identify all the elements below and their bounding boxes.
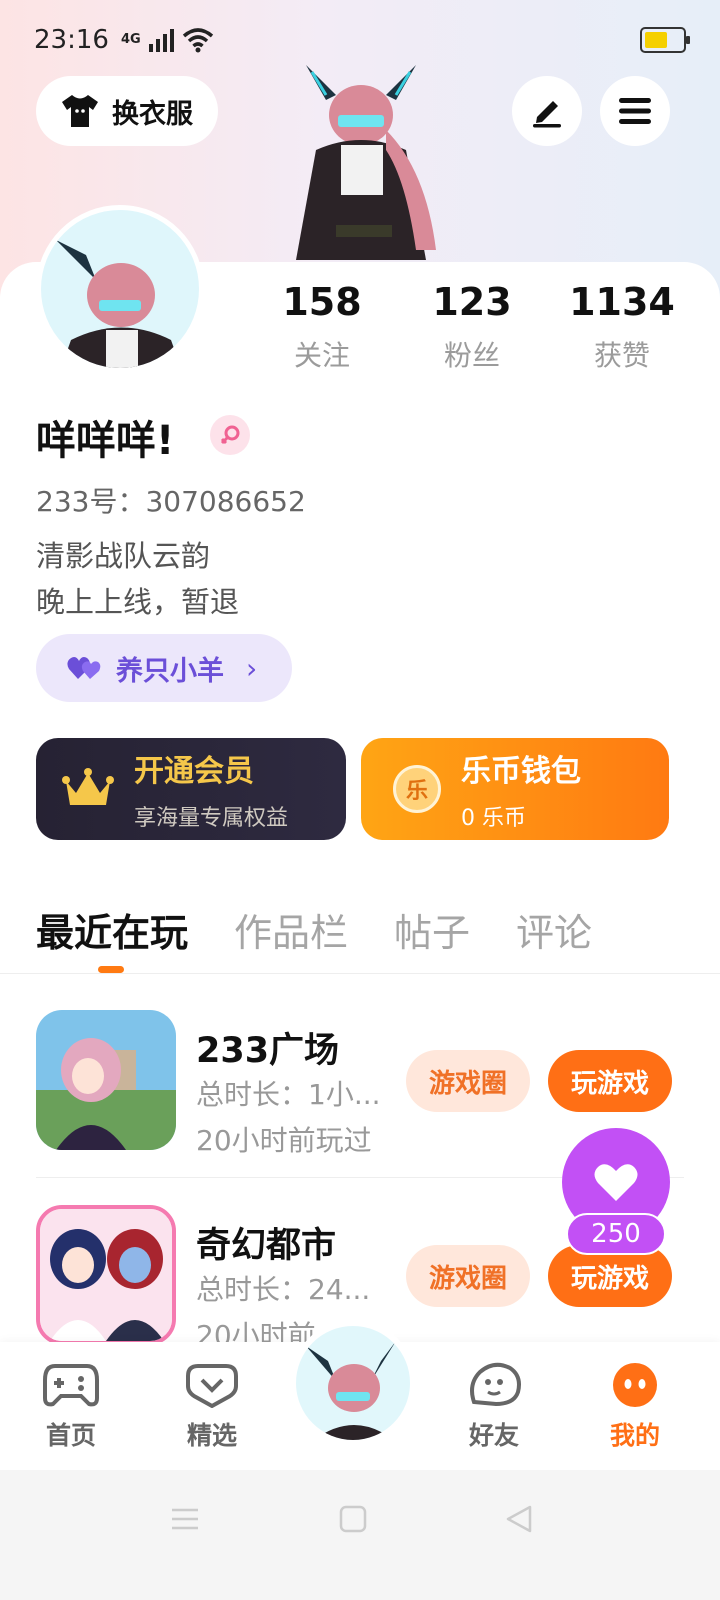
double-heart-icon: [67, 657, 101, 679]
game-circle-button[interactable]: 游戏圈: [406, 1245, 530, 1307]
likes-count: 1134: [569, 280, 675, 324]
tab-recent-played[interactable]: 最近在玩: [36, 902, 188, 957]
nav-me[interactable]: 我的: [585, 1362, 685, 1452]
menu-button[interactable]: [600, 76, 670, 146]
game-meta: 总时长：1小... 20小时前玩过: [196, 1072, 381, 1164]
heart-bubble-icon: [186, 1364, 238, 1409]
avatar[interactable]: [36, 205, 204, 373]
tab-posts[interactable]: 帖子: [394, 902, 470, 957]
tshirt-icon: [62, 95, 98, 127]
status-bar: 23:16 4G: [34, 22, 690, 58]
tab-works[interactable]: 作品栏: [234, 902, 348, 957]
user-id: 233号：307086652: [36, 485, 306, 518]
change-outfit-button[interactable]: 换衣服: [36, 76, 218, 146]
tab-indicator: [98, 966, 124, 973]
game-name: 奇幻都市: [196, 1226, 337, 1266]
wallet-balance: 0 乐币: [461, 806, 526, 831]
character-illustration: [296, 65, 436, 260]
back-triangle-icon[interactable]: [504, 1504, 534, 1534]
followers-count: 123: [432, 280, 512, 324]
coin-icon: 乐: [393, 765, 441, 813]
coin-glyph: 乐: [405, 779, 428, 804]
friend-face-icon: [470, 1362, 521, 1407]
wallet-title: 乐币钱包: [461, 754, 581, 789]
bio-line-2: 晚上上线，暂退: [36, 585, 240, 619]
game-name: 233广场: [196, 1031, 340, 1071]
chevron-right-icon: ›: [246, 651, 258, 685]
vip-card[interactable]: 开通会员 享海量专属权益: [36, 738, 346, 840]
nav-me-label: 我的: [609, 1421, 660, 1450]
vip-title: 开通会员: [134, 754, 254, 789]
followers-label: 粉丝: [443, 339, 500, 372]
avatar-character-icon: [56, 230, 181, 368]
nav-friends[interactable]: 好友: [444, 1362, 544, 1452]
battery-icon: [640, 27, 690, 53]
crown-icon: [62, 768, 114, 805]
character-avatar-icon: [306, 1341, 396, 1440]
home-square-icon[interactable]: [338, 1504, 368, 1534]
nav-home-label: 首页: [45, 1421, 96, 1450]
change-outfit-label: 换衣服: [112, 98, 193, 130]
game-icon-233-plaza[interactable]: [36, 1010, 176, 1150]
hamburger-icon: [619, 98, 651, 124]
nav-friends-label: 好友: [468, 1421, 519, 1450]
following-count: 158: [282, 280, 362, 324]
signal-icon: [148, 28, 174, 52]
play-game-button[interactable]: 玩游戏: [548, 1050, 672, 1112]
pen-icon: [533, 101, 561, 128]
gender-female-icon: [210, 415, 250, 455]
gamepad-icon: [43, 1364, 99, 1407]
game-icon-fantasy-city[interactable]: [36, 1205, 176, 1345]
wallet-card[interactable]: 乐 乐币钱包 0 乐币: [361, 738, 669, 840]
followers-stat[interactable]: 123 粉丝: [412, 280, 532, 374]
recent-apps-icon[interactable]: [170, 1504, 200, 1534]
me-face-icon: [613, 1363, 657, 1407]
like-count-badge: 250: [566, 1213, 666, 1255]
following-stat[interactable]: 158 关注: [262, 280, 382, 374]
edit-profile-button[interactable]: [512, 76, 582, 146]
nav-home[interactable]: 首页: [21, 1362, 121, 1452]
wifi-icon: [182, 28, 213, 53]
game-last-played: 20小时前玩过: [196, 1124, 372, 1157]
following-label: 关注: [293, 339, 350, 372]
bio: 清影战队云韵 晚上上线，暂退: [36, 533, 239, 625]
heart-icon: [594, 1164, 638, 1201]
raise-sheep-button[interactable]: 养只小羊 ›: [36, 634, 292, 702]
tab-divider: [0, 973, 720, 974]
tab-comments[interactable]: 评论: [516, 902, 592, 957]
system-nav-bar: [0, 1470, 720, 1600]
likes-stat[interactable]: 1134 获赞: [562, 280, 682, 374]
bio-line-1: 清影战队云韵: [36, 539, 211, 573]
game-duration: 总时长：24...: [196, 1273, 371, 1306]
nav-featured-label: 精选: [186, 1421, 237, 1450]
game-duration: 总时长：1小...: [196, 1078, 381, 1111]
status-time: 23:16: [34, 25, 109, 55]
nav-center-avatar-button[interactable]: [290, 1320, 416, 1446]
game-circle-button[interactable]: 游戏圈: [406, 1050, 530, 1112]
likes-label: 获赞: [593, 339, 650, 372]
vip-subtitle: 享海量专属权益: [134, 806, 289, 831]
username: 咩咩咩!: [36, 418, 175, 464]
network-type: 4G: [120, 32, 141, 47]
raise-sheep-label: 养只小羊: [116, 655, 224, 687]
nav-featured[interactable]: 精选: [162, 1362, 262, 1452]
profile-tabs: 最近在玩 作品栏 帖子 评论: [36, 902, 592, 957]
